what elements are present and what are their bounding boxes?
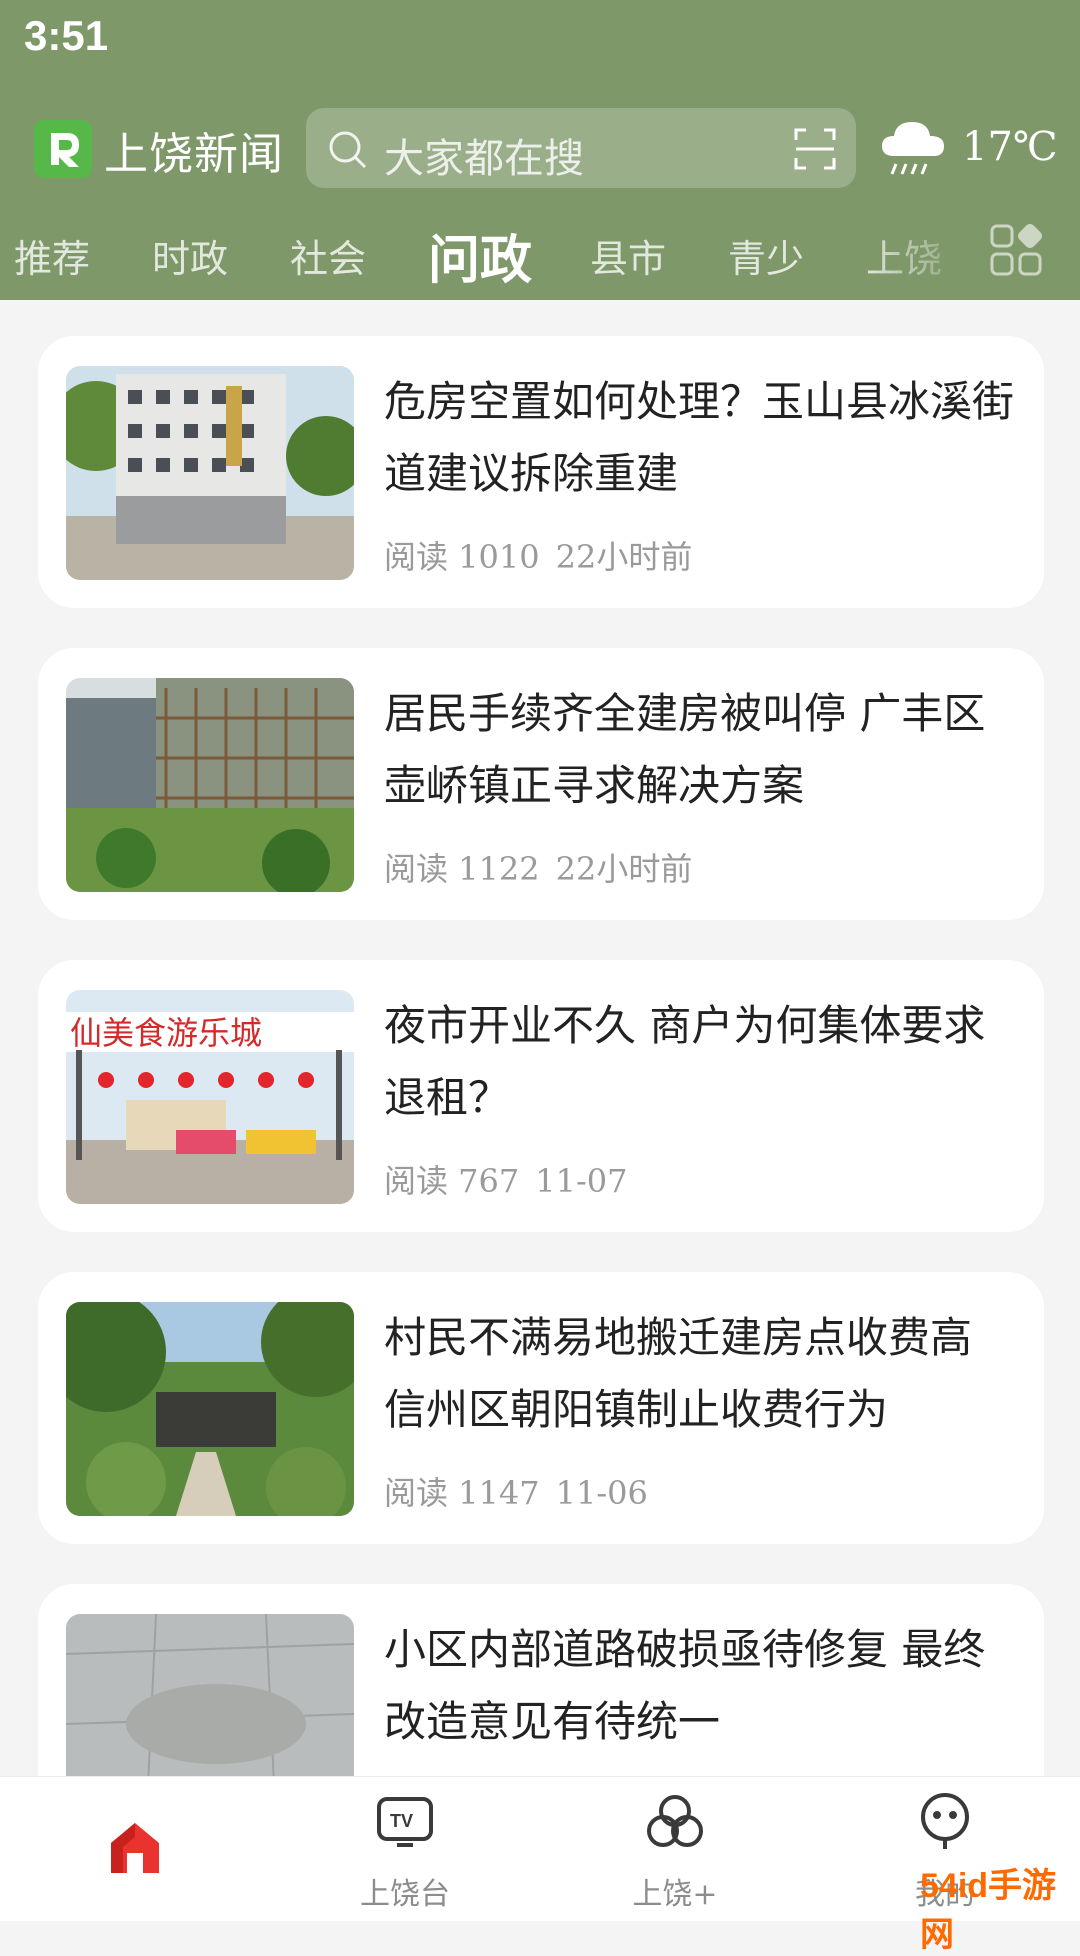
news-card[interactable]: 村民不满易地搬迁建房点收费高 信州区朝阳镇制止收费行为 阅读 1147 11-06 [38, 1272, 1044, 1544]
read-count: 阅读 767 [384, 1162, 520, 1200]
read-count: 阅读 1010 [384, 538, 540, 576]
nav-label-plus: 上饶+ [632, 1877, 718, 1912]
news-title: 危房空置如何处理？玉山县冰溪街道建议拆除重建 [384, 377, 1015, 498]
news-card[interactable]: 仙美食游乐城 夜市开业不久 商户为何集体要求退租？ 阅读 767 11-07 [38, 960, 1044, 1232]
news-meta: 阅读 767 11-07 [384, 1156, 628, 1202]
watermark-logo: 54id手游网 [920, 1867, 1057, 1954]
news-card[interactable]: 小区内部道路破损亟待修复 最终改造意见有待统一 [38, 1584, 1044, 1776]
news-thumbnail [66, 1302, 354, 1516]
tabs-fade [860, 218, 980, 290]
category-tabs: 推荐 时政 社会 问政 县市 青少 上饶 [0, 218, 1080, 293]
search-input[interactable]: 大家都在搜 [306, 108, 856, 188]
news-card[interactable]: 危房空置如何处理？玉山县冰溪街道建议拆除重建 阅读 1010 22小时前 [38, 336, 1044, 608]
publish-time: 22小时前 [555, 850, 693, 888]
tv-icon: TV [377, 1797, 433, 1847]
news-title: 小区内部道路破损亟待修复 最终改造意见有待统一 [384, 1625, 986, 1746]
news-feed: 危房空置如何处理？玉山县冰溪街道建议拆除重建 阅读 1010 22小时前 居民手续… [0, 300, 1080, 1776]
tab-counties[interactable]: 县市 [590, 228, 666, 283]
home-icon [111, 1823, 159, 1873]
scan-icon[interactable] [794, 128, 836, 174]
read-count: 阅读 1147 [384, 1474, 540, 1512]
news-meta: 阅读 1122 22小时前 [384, 844, 692, 890]
publish-time: 11-06 [555, 1474, 648, 1512]
news-title: 夜市开业不久 商户为何集体要求退租？ [384, 1001, 986, 1122]
tab-youth[interactable]: 青少 [728, 228, 804, 283]
nav-tv[interactable]: TV 上饶台 [270, 1777, 540, 1921]
publish-time: 11-07 [535, 1162, 628, 1200]
search-placeholder: 大家都在搜 [384, 136, 584, 182]
sign-text: 仙美食游乐城 [70, 1014, 262, 1052]
robot-icon [921, 1793, 969, 1849]
svg-text:TV: TV [390, 1811, 413, 1831]
tab-politics[interactable]: 时政 [152, 228, 228, 283]
news-meta: 阅读 1147 11-06 [384, 1468, 648, 1514]
nav-label-tv: 上饶台 [360, 1877, 450, 1912]
app-name: 上饶新闻 [104, 129, 284, 180]
news-thumbnail [66, 1614, 354, 1776]
news-meta: 阅读 1010 22小时前 [384, 532, 692, 578]
nav-home[interactable] [0, 1777, 270, 1921]
publish-time: 22小时前 [555, 538, 693, 576]
news-thumbnail [66, 678, 354, 892]
tab-inquiry[interactable]: 问政 [428, 218, 532, 293]
status-time: 3:51 [24, 12, 109, 59]
weather-rain-icon[interactable] [878, 114, 950, 188]
news-thumbnail: 仙美食游乐城 [66, 990, 354, 1204]
news-card[interactable]: 居民手续齐全建房被叫停 广丰区壶峤镇正寻求解决方案 阅读 1122 22小时前 [38, 648, 1044, 920]
top-header: 3:51 上饶新闻 大家都在搜 17℃ 推荐 时政 社会 问政 县市 青少 [0, 0, 1080, 300]
read-count: 阅读 1122 [384, 850, 540, 888]
tab-recommend[interactable]: 推荐 [14, 228, 90, 283]
app-logo-icon [34, 120, 92, 178]
news-title: 村民不满易地搬迁建房点收费高 信州区朝阳镇制止收费行为 [384, 1313, 973, 1434]
weather-temperature: 17℃ [962, 124, 1058, 170]
circles-icon [647, 1795, 703, 1847]
nav-plus[interactable]: 上饶+ [540, 1777, 810, 1921]
news-thumbnail [66, 366, 354, 580]
bottom-navigation: TV 上饶台 上饶+ 我的 [0, 1776, 1080, 1921]
search-icon [326, 128, 370, 176]
channel-grid-icon[interactable] [990, 223, 1044, 282]
news-title: 居民手续齐全建房被叫停 广丰区壶峤镇正寻求解决方案 [384, 689, 986, 810]
tab-society[interactable]: 社会 [290, 228, 366, 283]
